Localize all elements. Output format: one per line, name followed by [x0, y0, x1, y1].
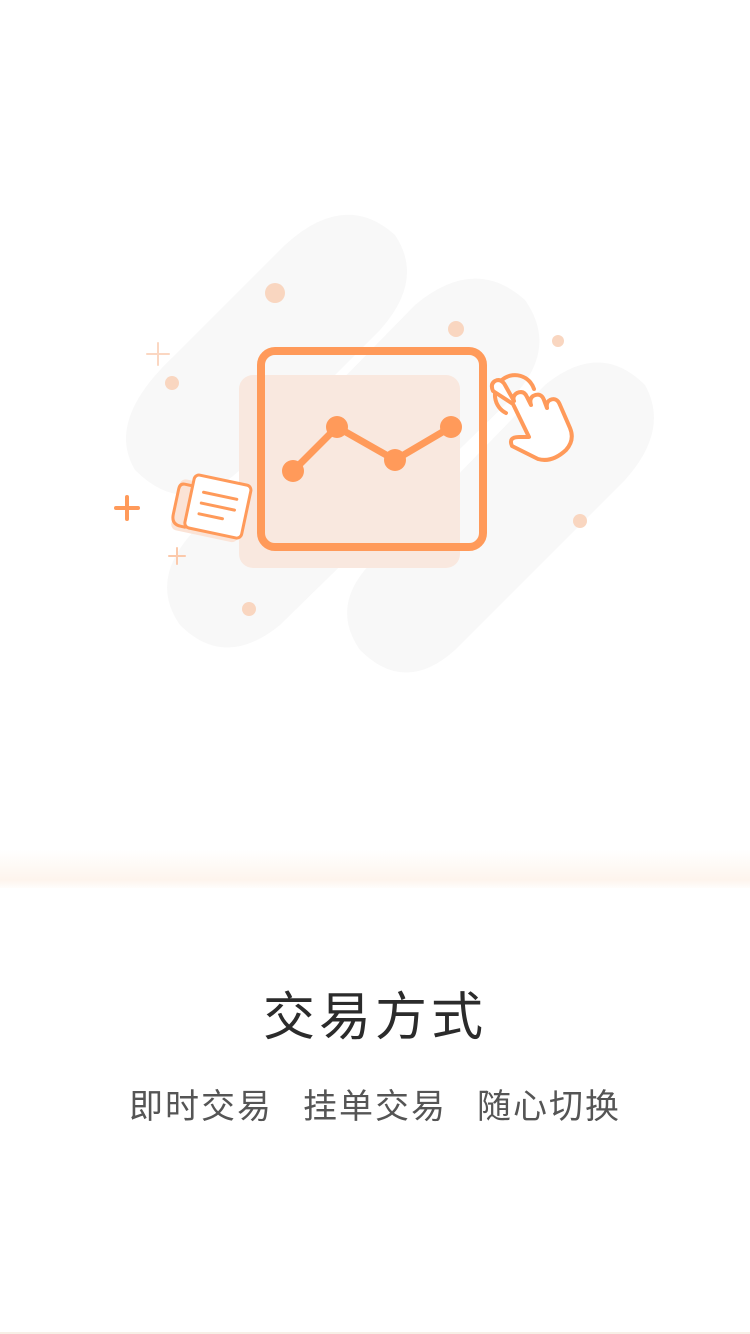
- feature-list: 即时交易 挂单交易 随心切换: [0, 1084, 750, 1130]
- feature-free-switch: 随心切换: [477, 1087, 621, 1127]
- onboarding-content: 交易方式 即时交易 挂单交易 随心切换: [0, 888, 750, 1334]
- chart-shadow-panel: [239, 375, 460, 568]
- trading-illustration: [114, 214, 654, 673]
- onboarding-page: 交易方式 即时交易 挂单交易 随心切换: [0, 0, 750, 1334]
- hero-illustration: [0, 0, 750, 860]
- feature-instant-trade: 即时交易: [129, 1087, 273, 1127]
- feature-pending-order: 挂单交易: [303, 1087, 447, 1127]
- section-divider: [0, 850, 750, 890]
- page-title: 交易方式: [262, 988, 487, 1048]
- newspaper-icon: [171, 473, 253, 543]
